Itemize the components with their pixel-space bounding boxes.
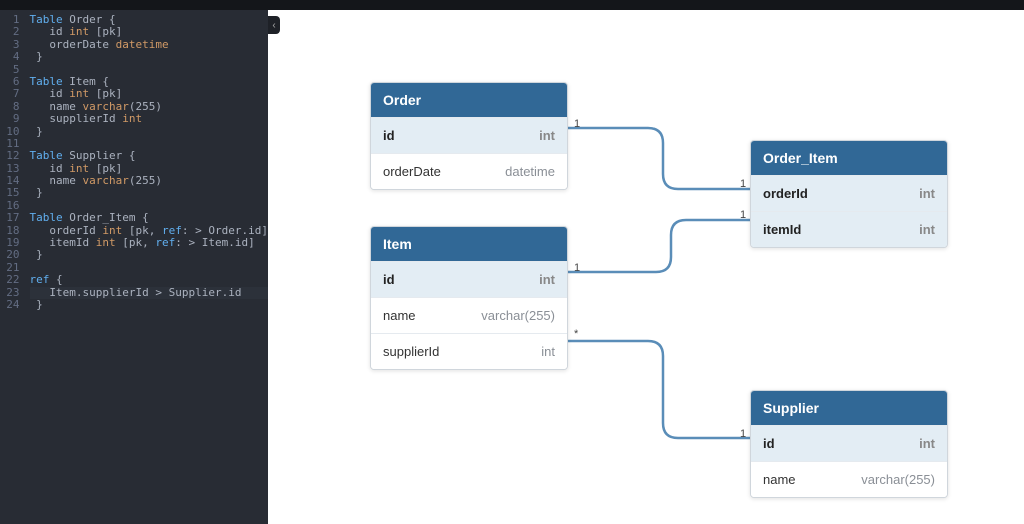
cardinality-label: 1: [740, 178, 746, 190]
cardinality-label: 1: [740, 428, 746, 440]
table-row[interactable]: name varchar(255): [371, 297, 567, 333]
column-type: int: [919, 222, 935, 237]
table-header[interactable]: Item: [371, 227, 567, 261]
column-type: int: [919, 436, 935, 451]
column-name: orderId: [763, 186, 808, 201]
column-type: datetime: [505, 164, 555, 179]
table-row[interactable]: id int: [371, 261, 567, 297]
table-order-item[interactable]: Order_Item orderId int itemId int: [750, 140, 948, 248]
table-row[interactable]: id int: [751, 425, 947, 461]
column-type: int: [539, 128, 555, 143]
editor-code[interactable]: Table Order { id int [pk] orderDate date…: [26, 10, 268, 524]
window-topbar: [0, 0, 1024, 10]
cardinality-label: 1: [740, 209, 746, 221]
column-type: int: [541, 344, 555, 359]
table-row[interactable]: id int: [371, 117, 567, 153]
chevron-left-icon: ‹: [272, 20, 275, 31]
column-name: itemId: [763, 222, 801, 237]
column-name: id: [763, 436, 775, 451]
table-order[interactable]: Order id int orderDate datetime: [370, 82, 568, 190]
editor-gutter: 123456789101112131415161718192021222324: [0, 10, 26, 524]
column-name: name: [763, 472, 796, 487]
table-row[interactable]: orderDate datetime: [371, 153, 567, 189]
cardinality-label: 1: [574, 118, 580, 130]
dbml-editor[interactable]: 123456789101112131415161718192021222324 …: [0, 10, 268, 524]
column-name: id: [383, 272, 395, 287]
column-name: orderDate: [383, 164, 441, 179]
cardinality-label: *: [574, 328, 578, 340]
column-type: varchar(255): [861, 472, 935, 487]
column-type: int: [539, 272, 555, 287]
cardinality-label: 1: [574, 262, 580, 274]
column-name: id: [383, 128, 395, 143]
table-row[interactable]: name varchar(255): [751, 461, 947, 497]
table-row[interactable]: orderId int: [751, 175, 947, 211]
table-item[interactable]: Item id int name varchar(255) supplierId int: [370, 226, 568, 370]
table-supplier[interactable]: Supplier id int name varchar(255): [750, 390, 948, 498]
table-row[interactable]: supplierId int: [371, 333, 567, 369]
column-type: varchar(255): [481, 308, 555, 323]
table-header[interactable]: Order: [371, 83, 567, 117]
table-header[interactable]: Supplier: [751, 391, 947, 425]
table-row[interactable]: itemId int: [751, 211, 947, 247]
column-name: supplierId: [383, 344, 439, 359]
collapse-editor-button[interactable]: ‹: [268, 16, 280, 34]
table-header[interactable]: Order_Item: [751, 141, 947, 175]
diagram-canvas[interactable]: ‹ Order id int orderDate datetime 1 Order_I…: [268, 10, 1024, 524]
column-type: int: [919, 186, 935, 201]
column-name: name: [383, 308, 416, 323]
